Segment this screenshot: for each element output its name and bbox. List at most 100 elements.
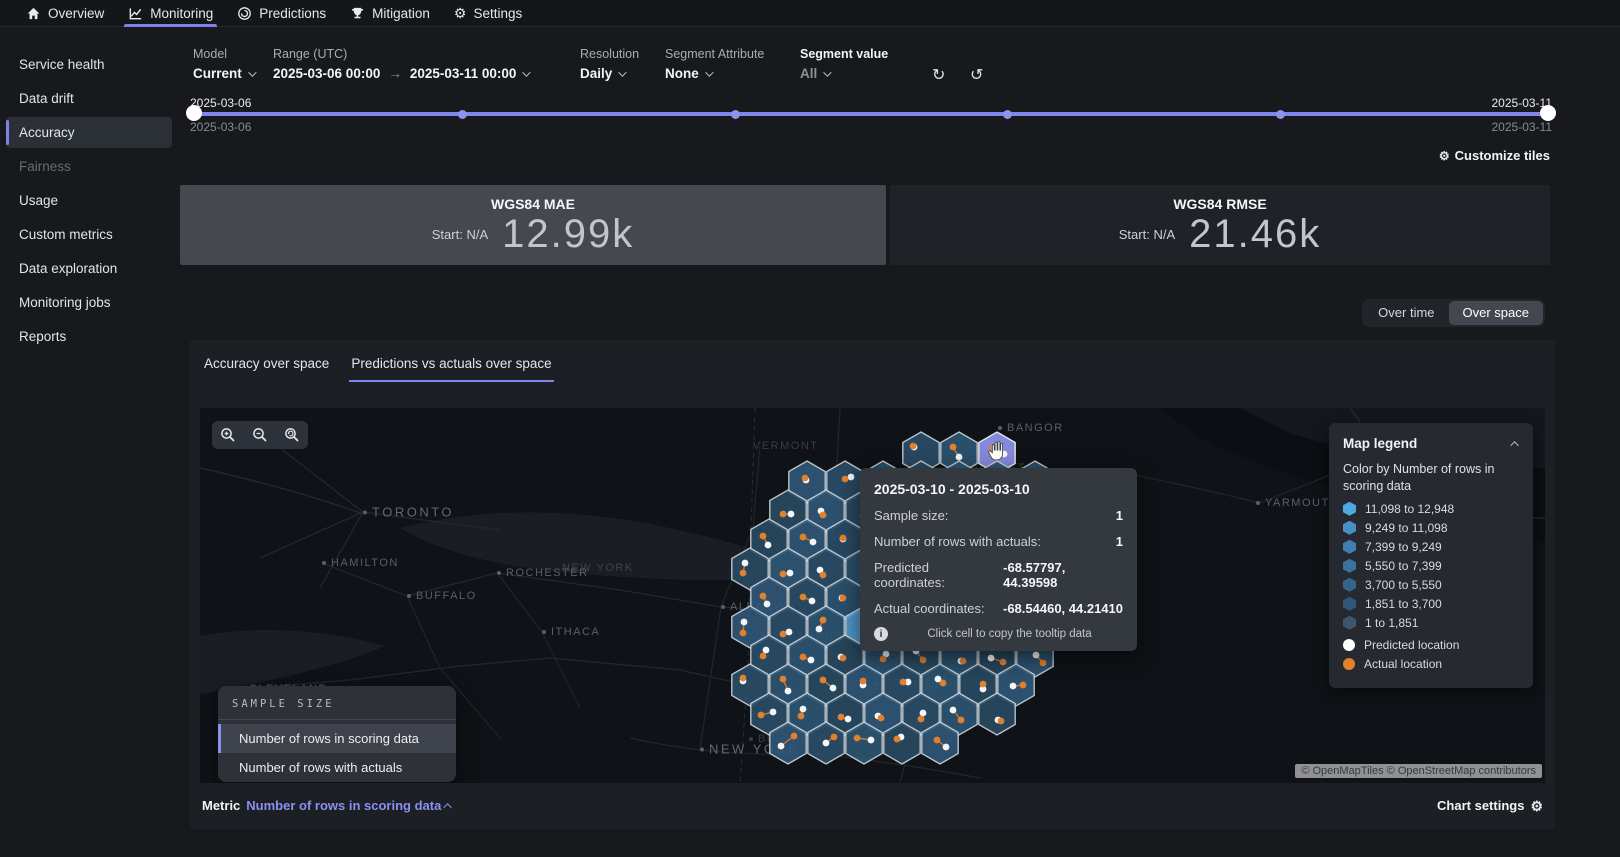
predicted-location-dot (1010, 683, 1017, 690)
hex-swatch (1343, 616, 1356, 630)
hex-swatch (1343, 521, 1356, 535)
segment-attribute-select[interactable]: None (665, 66, 764, 81)
predicted-location-swatch (1343, 639, 1355, 651)
predicted-location-dot (956, 454, 963, 461)
chart-settings-button[interactable]: Chart settings⚙ (1437, 798, 1543, 813)
predicted-location-dot (788, 511, 795, 518)
actual-location-dot (1040, 660, 1047, 667)
sidebar-item-custom-metrics[interactable]: Custom metrics (6, 219, 172, 250)
popup-item-rows-in-scoring-data[interactable]: Number of rows in scoring data (218, 724, 456, 753)
actual-location-dot (780, 631, 787, 638)
metric-selector[interactable]: Number of rows in scoring data (246, 798, 452, 813)
actual-location-dot (980, 681, 987, 688)
legend-bin: 1,851 to 3,700 (1343, 597, 1519, 611)
metric-tiles: WGS84 MAE Start: N/A 12.99k WGS84 RMSE S… (180, 185, 1550, 265)
map-attribution[interactable]: © OpenMapTiles © OpenStreetMap contribut… (1295, 764, 1542, 778)
legend-point: Actual location (1343, 657, 1519, 671)
chevron-down-icon (618, 68, 626, 76)
actual-location-dot (831, 734, 838, 741)
actual-location-dot (800, 594, 807, 601)
actual-location-dot (840, 535, 847, 542)
predicted-location-dot (810, 539, 817, 546)
slider-track[interactable] (190, 112, 1552, 116)
predicted-location-dot (1001, 451, 1008, 458)
actual-location-dot (910, 443, 917, 450)
zoom-in-button[interactable] (214, 423, 242, 447)
slider-handle-start[interactable] (186, 105, 202, 121)
view-toggle: Over time Over space (1362, 299, 1545, 327)
predicted-location-dot (800, 706, 807, 713)
chevron-up-icon[interactable] (1510, 441, 1518, 449)
slider-tick (1003, 110, 1012, 119)
nav-item-mitigation[interactable]: Mitigation (338, 0, 442, 27)
nav-item-monitoring[interactable]: Monitoring (116, 0, 225, 27)
sidebar: Service health Data drift Accuracy Fairn… (0, 27, 180, 857)
tab-accuracy-over-space[interactable]: Accuracy over space (202, 350, 331, 382)
range-select[interactable]: 2025-03-06 00:00→2025-03-11 00:00 (273, 66, 528, 81)
model-select[interactable]: Current (193, 66, 254, 81)
actual-location-dot (740, 675, 747, 682)
metric-label: Metric (202, 798, 240, 813)
map-canvas[interactable]: TORONTOHAMILTONROCHESTERNEW YORKBUFFALOI… (200, 408, 1545, 783)
actual-location-dot (740, 630, 747, 637)
predicted-location-dot (920, 710, 927, 717)
legend-point: Predicted location (1343, 638, 1519, 652)
predicted-location-dot (848, 474, 855, 481)
sidebar-item-service-health[interactable]: Service health (6, 49, 172, 80)
tooltip-row-label: Predicted coordinates: (874, 560, 1003, 590)
slider-end-full: 2025-03-11 (1492, 120, 1553, 134)
tooltip-hint: Click cell to copy the tooltip data (896, 628, 1123, 640)
sidebar-item-monitoring-jobs[interactable]: Monitoring jobs (6, 287, 172, 318)
actual-location-dot (740, 570, 747, 577)
slider-tick (458, 110, 467, 119)
predicted-location-dot (943, 744, 950, 751)
actual-location-dot (958, 717, 965, 724)
actual-location-dot (894, 736, 901, 743)
predicted-location-dot (786, 629, 793, 636)
sidebar-item-accuracy[interactable]: Accuracy (6, 117, 172, 148)
popup-item-rows-with-actuals[interactable]: Number of rows with actuals (218, 753, 456, 782)
segment-attribute-label: Segment Attribute (665, 47, 764, 61)
tile-wgs84-rmse[interactable]: WGS84 RMSE Start: N/A 21.46k (890, 185, 1550, 265)
app-root: Overview Monitoring Predictions Mitigati… (0, 0, 1620, 857)
tile-wgs84-mae[interactable]: WGS84 MAE Start: N/A 12.99k (180, 185, 886, 265)
undo-icon[interactable]: ↺ (970, 65, 983, 85)
toggle-over-time[interactable]: Over time (1364, 301, 1448, 325)
segment-value-select[interactable]: All (800, 66, 888, 81)
actual-location-dot (820, 512, 827, 519)
actual-location-dot (934, 737, 941, 744)
nav-item-predictions[interactable]: Predictions (225, 0, 338, 27)
refresh-icon[interactable]: ↻ (932, 65, 945, 85)
tooltip-date-range: 2025-03-10 - 2025-03-10 (874, 481, 1123, 497)
toggle-over-space[interactable]: Over space (1449, 301, 1543, 325)
nav-item-overview[interactable]: Overview (14, 0, 116, 27)
sidebar-item-data-drift[interactable]: Data drift (6, 83, 172, 114)
sample-size-popup: SAMPLE SIZE Number of rows in scoring da… (218, 686, 456, 782)
zoom-reset-button[interactable] (278, 423, 306, 447)
predicted-location-dot (741, 619, 748, 626)
sidebar-item-data-exploration[interactable]: Data exploration (6, 253, 172, 284)
hex-swatch (1343, 597, 1356, 611)
sidebar-item-usage[interactable]: Usage (6, 185, 172, 216)
resolution-select[interactable]: Daily (580, 66, 639, 81)
slider-handle-end[interactable] (1540, 105, 1556, 121)
hex-swatch (1343, 502, 1356, 516)
actual-location-dot (900, 679, 907, 686)
actual-location-dot (940, 680, 947, 687)
tab-predictions-vs-actuals-over-space[interactable]: Predictions vs actuals over space (349, 350, 553, 382)
tile-value: 12.99k (502, 214, 634, 254)
nav-item-settings[interactable]: ⚙ Settings (442, 0, 534, 27)
sidebar-item-fairness[interactable]: Fairness (6, 151, 172, 182)
model-label: Model (193, 47, 254, 61)
predicted-location-dot (868, 737, 875, 744)
gears-icon: ⚙ (1439, 149, 1450, 163)
divider (218, 719, 456, 720)
zoom-out-button[interactable] (246, 423, 274, 447)
customize-tiles-button[interactable]: ⚙Customize tiles (180, 148, 1550, 163)
chevron-down-icon (823, 68, 831, 76)
chevron-down-icon (523, 68, 531, 76)
actual-location-dot (1020, 682, 1027, 689)
sidebar-item-reports[interactable]: Reports (6, 321, 172, 352)
actual-location-dot (880, 656, 887, 663)
slider-tick (731, 110, 740, 119)
